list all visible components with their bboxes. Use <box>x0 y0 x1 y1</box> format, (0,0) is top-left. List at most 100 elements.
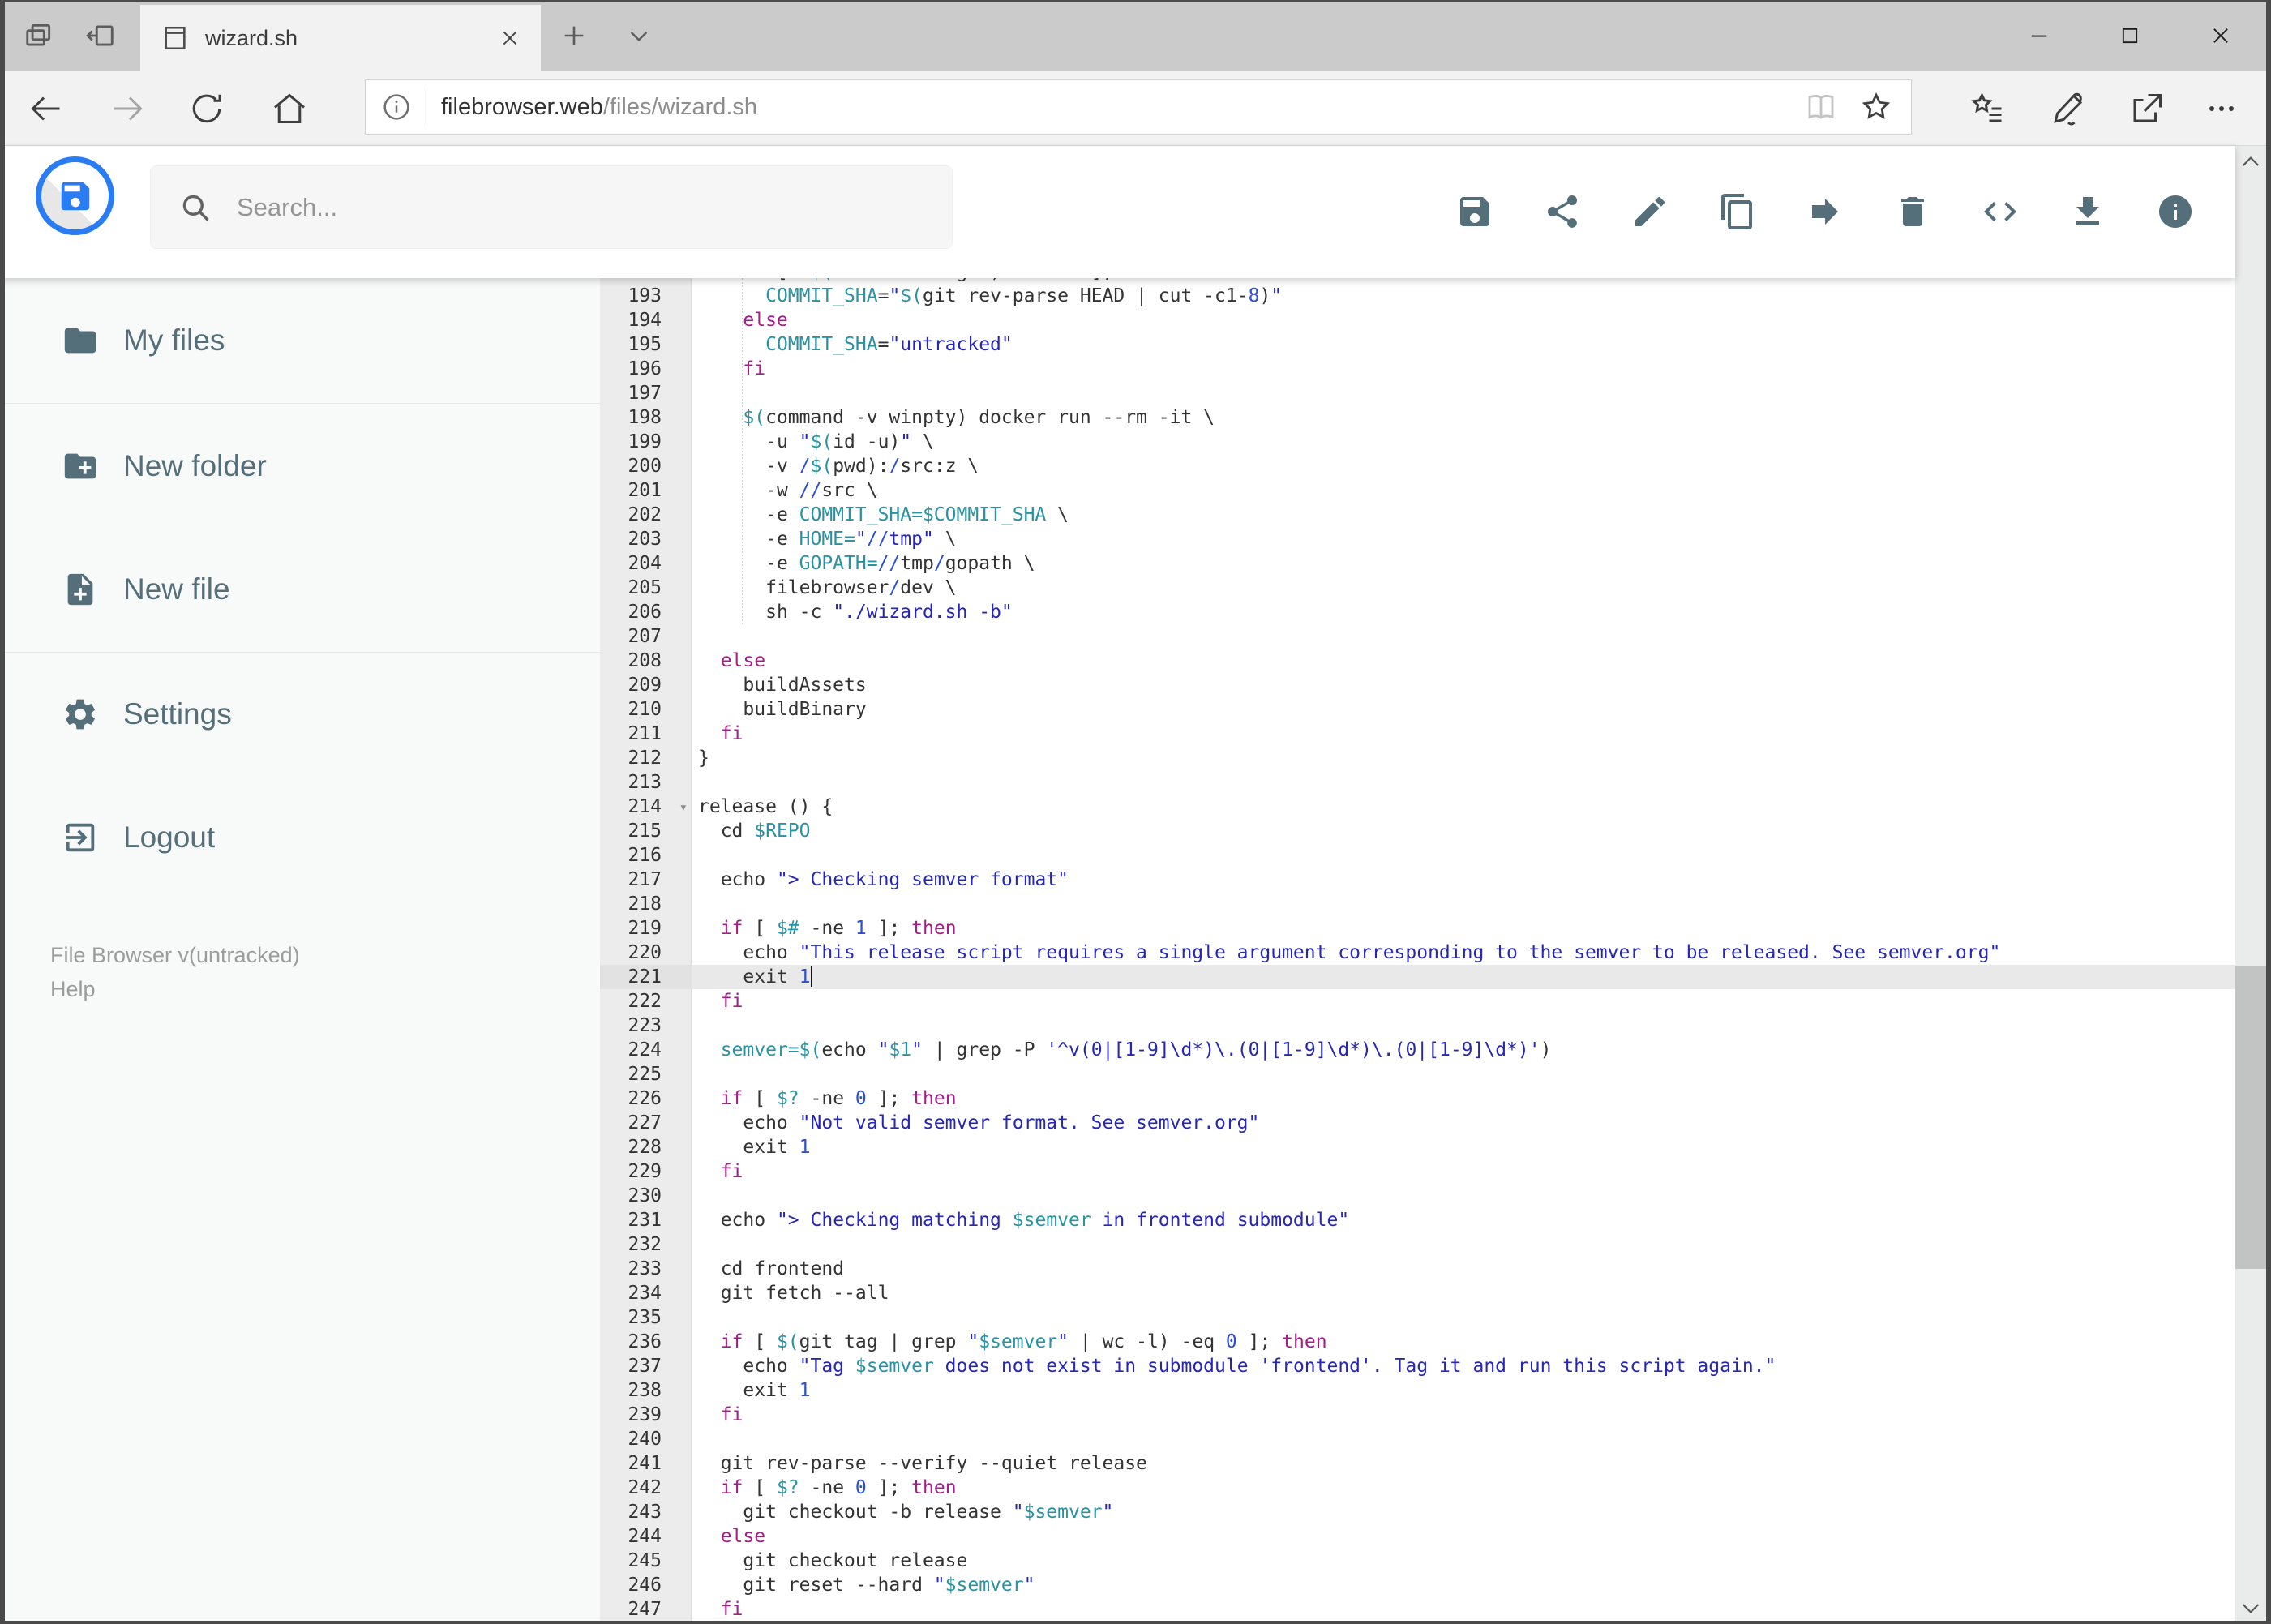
code-line[interactable]: 199 -u "$(id -u)" \ <box>600 430 2235 454</box>
set-tabs-aside-icon[interactable] <box>75 0 126 71</box>
back-icon[interactable] <box>27 89 66 128</box>
code-line[interactable]: 203 -e HOME="//tmp" \ <box>600 527 2235 551</box>
delete-button[interactable] <box>1893 192 1932 231</box>
code-line[interactable]: 239 fi <box>600 1403 2235 1427</box>
code-line[interactable]: 246 git reset --hard "$semver" <box>600 1573 2235 1597</box>
code-line[interactable]: 236 if [ $(git tag | grep "$semver" | wc… <box>600 1330 2235 1354</box>
share-page-icon[interactable] <box>2127 89 2166 128</box>
maximize-icon[interactable] <box>2085 2 2175 69</box>
site-info-icon[interactable] <box>380 91 413 123</box>
code-line[interactable]: 207 <box>600 624 2235 649</box>
move-button[interactable] <box>1806 192 1845 231</box>
forward-icon[interactable] <box>108 89 147 128</box>
url-text[interactable]: filebrowser.web/files/wizard.sh <box>441 94 1804 121</box>
tab-preview-icon[interactable] <box>13 0 65 71</box>
code-line[interactable]: 240 <box>600 1427 2235 1451</box>
code-line[interactable]: 227 echo "Not valid semver format. See s… <box>600 1111 2235 1135</box>
code-editor[interactable]: 192 if [ "$(command -v git)" != "" ]; th… <box>600 278 2235 1624</box>
code-line[interactable]: 216 <box>600 843 2235 868</box>
code-line[interactable]: 195 COMMIT_SHA="untracked" <box>600 332 2235 357</box>
new-tab-icon[interactable] <box>548 0 600 71</box>
code-line[interactable]: 213 <box>600 770 2235 795</box>
refresh-icon[interactable] <box>187 89 226 128</box>
code-line[interactable]: 225 <box>600 1062 2235 1086</box>
scroll-down-icon[interactable] <box>2238 1595 2264 1621</box>
web-note-icon[interactable] <box>2049 89 2088 128</box>
code-line[interactable]: 212} <box>600 746 2235 770</box>
code-line[interactable]: 232 <box>600 1232 2235 1257</box>
code-line[interactable]: 196 fi <box>600 357 2235 381</box>
code-line[interactable]: 243 git checkout -b release "$semver" <box>600 1500 2235 1524</box>
code-line[interactable]: 194 else <box>600 308 2235 332</box>
minimize-icon[interactable] <box>1994 2 2085 69</box>
code-line[interactable]: 201 -w //src \ <box>600 478 2235 503</box>
code-line[interactable]: 210 buildBinary <box>600 697 2235 722</box>
hub-icon[interactable] <box>1969 89 2007 128</box>
code-line[interactable]: 202 -e COMMIT_SHA=$COMMIT_SHA \ <box>600 503 2235 527</box>
share-button[interactable] <box>1543 192 1582 231</box>
code-line[interactable]: 228 exit 1 <box>600 1135 2235 1159</box>
code-line[interactable]: 224 semver=$(echo "$1" | grep -P '^v(0|[… <box>600 1038 2235 1062</box>
browser-tab[interactable]: wizard.sh <box>140 5 541 71</box>
favorite-star-icon[interactable] <box>1859 90 1893 124</box>
code-line[interactable]: 211 fi <box>600 722 2235 746</box>
home-icon[interactable] <box>270 89 309 128</box>
code-line[interactable]: 238 exit 1 <box>600 1378 2235 1403</box>
info-button[interactable] <box>2156 192 2195 231</box>
code-line[interactable]: 221 exit 1 <box>600 965 2235 989</box>
code-line[interactable]: 231 echo "> Checking matching $semver in… <box>600 1208 2235 1232</box>
code-line[interactable]: 206 sh -c "./wizard.sh -b" <box>600 600 2235 624</box>
edit-button[interactable] <box>1630 192 1669 231</box>
help-link[interactable]: Help <box>50 977 96 1002</box>
code-line[interactable]: 215 cd $REPO <box>600 819 2235 843</box>
code-line[interactable]: 218 <box>600 892 2235 916</box>
code-line[interactable]: 193 COMMIT_SHA="$(git rev-parse HEAD | c… <box>600 284 2235 308</box>
code-line[interactable]: 223 <box>600 1013 2235 1038</box>
search-bar[interactable] <box>150 165 953 249</box>
sidebar-item-new-folder[interactable]: New folder <box>0 418 600 515</box>
code-line[interactable]: 230 <box>600 1184 2235 1208</box>
code-line[interactable]: 198 $(command -v winpty) docker run --rm… <box>600 405 2235 430</box>
save-button[interactable] <box>1455 192 1494 231</box>
sidebar-item-new-file[interactable]: New file <box>0 541 600 638</box>
code-line[interactable]: 192 if [ "$(command -v git)" != "" ]; th… <box>600 278 2235 284</box>
page-scrollbar[interactable] <box>2235 146 2266 1624</box>
more-icon[interactable] <box>2202 89 2241 128</box>
code-line[interactable]: 233 cd frontend <box>600 1257 2235 1281</box>
search-input[interactable] <box>235 191 855 223</box>
switch-editor-button[interactable] <box>1981 192 2020 231</box>
scrollbar-thumb[interactable] <box>2235 966 2266 1269</box>
code-line[interactable]: 226 if [ $? -ne 0 ]; then <box>600 1086 2235 1111</box>
code-line[interactable]: 209 buildAssets <box>600 673 2235 697</box>
url-bar[interactable]: filebrowser.web/files/wizard.sh <box>365 79 1912 135</box>
close-icon[interactable] <box>2175 2 2266 69</box>
sidebar-item-logout[interactable]: Logout <box>0 789 600 886</box>
code-line[interactable]: 222 fi <box>600 989 2235 1013</box>
code-line[interactable]: 237 echo "Tag $semver does not exist in … <box>600 1354 2235 1378</box>
code-line[interactable]: 229 fi <box>600 1159 2235 1184</box>
code-line[interactable]: 217 echo "> Checking semver format" <box>600 868 2235 892</box>
code-line[interactable]: 234 git fetch --all <box>600 1281 2235 1305</box>
code-line[interactable]: 200 -v /$(pwd):/src:z \ <box>600 454 2235 478</box>
scroll-up-icon[interactable] <box>2238 149 2264 175</box>
code-line[interactable]: 219 if [ $# -ne 1 ]; then <box>600 916 2235 941</box>
sidebar-item-my-files[interactable]: My files <box>0 292 600 389</box>
code-line[interactable]: 235 <box>600 1305 2235 1330</box>
tab-close-icon[interactable] <box>491 19 529 58</box>
tab-list-chevron-icon[interactable] <box>613 0 665 71</box>
code-line[interactable]: 241 git rev-parse --verify --quiet relea… <box>600 1451 2235 1476</box>
code-line[interactable]: 204 -e GOPATH=//tmp/gopath \ <box>600 551 2235 576</box>
code-line[interactable]: 245 git checkout release <box>600 1549 2235 1573</box>
code-line[interactable]: 220 echo "This release script requires a… <box>600 941 2235 965</box>
code-line[interactable]: 197 <box>600 381 2235 405</box>
code-line[interactable]: 205 filebrowser/dev \ <box>600 576 2235 600</box>
code-line[interactable]: 247 fi <box>600 1597 2235 1622</box>
fold-arrow-icon[interactable]: ▾ <box>679 795 688 820</box>
sidebar-item-settings[interactable]: Settings <box>0 666 600 763</box>
filebrowser-logo[interactable] <box>36 156 114 235</box>
code-line[interactable]: 208 else <box>600 649 2235 673</box>
download-button[interactable] <box>2068 192 2107 231</box>
code-line[interactable]: 244 else <box>600 1524 2235 1549</box>
code-line[interactable]: 214 ▾ release () { <box>600 795 2235 819</box>
code-line[interactable]: 242 if [ $? -ne 0 ]; then <box>600 1476 2235 1500</box>
